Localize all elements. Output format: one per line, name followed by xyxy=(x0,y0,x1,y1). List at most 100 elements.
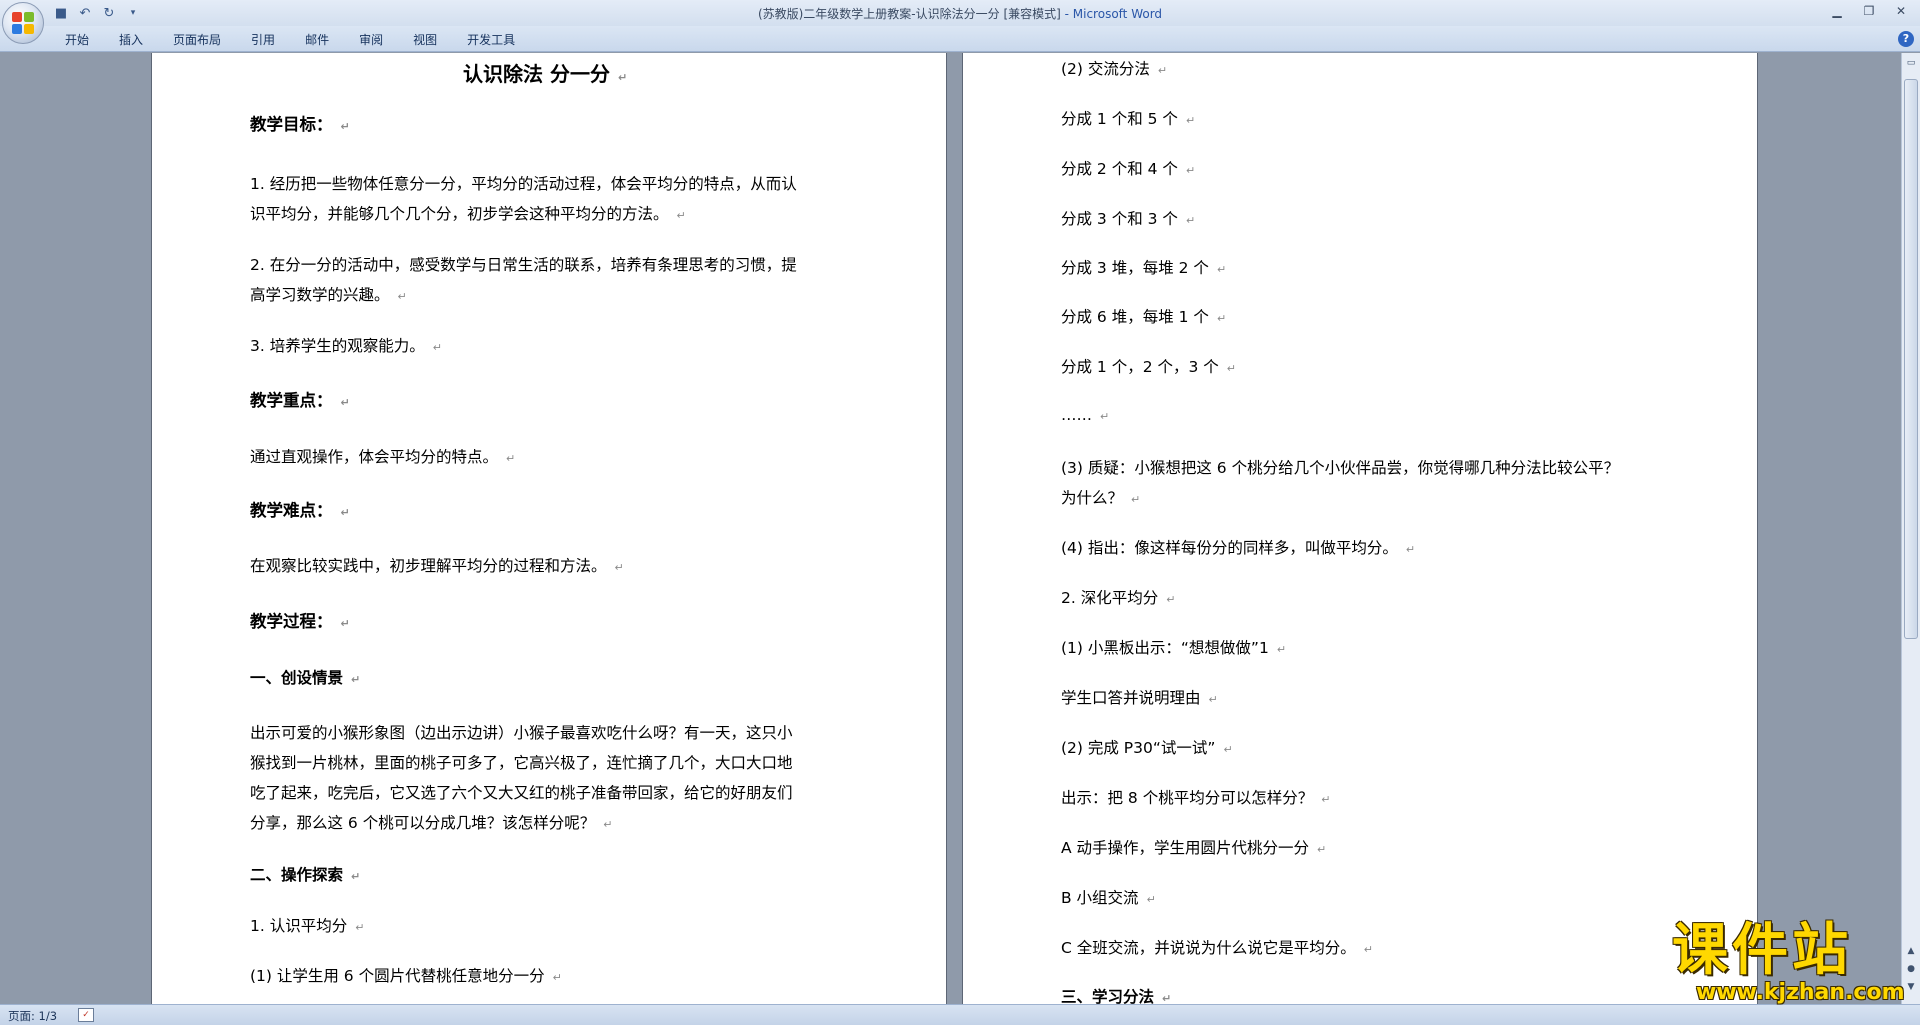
line-question-2: 为什么？ ↵ xyxy=(1061,489,1141,507)
line-split-3-3: 分成 3 个和 3 个 ↵ xyxy=(1061,210,1196,228)
line-split-1-5: 分成 1 个和 5 个 ↵ xyxy=(1061,110,1196,128)
tab-developer[interactable]: 开发工具 xyxy=(452,31,530,49)
ruler-toggle-icon[interactable]: ▭ xyxy=(1903,55,1919,71)
section-2-heading: 二、操作探索 ↵ xyxy=(250,866,361,884)
ribbon: 开始 插入 页面布局 引用 邮件 审阅 视图 开发工具 ? xyxy=(0,26,1920,52)
next-page-icon[interactable]: ▼ xyxy=(1903,979,1919,995)
scrollbar-thumb[interactable] xyxy=(1904,79,1918,639)
paragraph-mark-icon: ↵ xyxy=(351,870,361,883)
goal-3: 3. 培养学生的观察能力。 ↵ xyxy=(250,337,442,355)
section-3-heading: 三、学习分法 ↵ xyxy=(1061,988,1172,1004)
window-title: (苏教版)二年级数学上册教案-认识除法分一分 [兼容模式] - Microsof… xyxy=(0,5,1920,22)
paragraph-mark-icon: ↵ xyxy=(1223,743,1233,756)
tab-page-layout[interactable]: 页面布局 xyxy=(158,31,236,49)
section-2-item-1: 1. 认识平均分 ↵ xyxy=(250,917,365,935)
paragraph-mark-icon: ↵ xyxy=(351,673,361,686)
line-oral-answer: 学生口答并说明理由 ↵ xyxy=(1061,689,1218,707)
paragraph-mark-icon: ↵ xyxy=(340,617,350,630)
minimize-button[interactable]: ▁ xyxy=(1822,1,1852,21)
page-2[interactable]: (2) 交流分法 ↵ 分成 1 个和 5 个 ↵ 分成 2 个和 4 个 ↵ 分成 3… xyxy=(963,53,1757,1004)
office-button[interactable] xyxy=(2,2,44,44)
paragraph-mark-icon: ↵ xyxy=(1185,114,1196,127)
help-icon[interactable]: ? xyxy=(1898,31,1914,47)
paragraph-mark-icon: ↵ xyxy=(340,120,350,133)
tab-home[interactable]: 开始 xyxy=(50,31,104,49)
line-split-2-4: 分成 2 个和 4 个 ↵ xyxy=(1061,160,1196,178)
browse-object-icon[interactable]: ● xyxy=(1903,961,1919,977)
vertical-scrollbar[interactable]: ▭ ▲ ● ▼ xyxy=(1901,53,1920,1004)
paragraph-mark-icon: ↵ xyxy=(432,341,442,354)
line-split-1-2-3: 分成 1 个，2 个，3 个 ↵ xyxy=(1061,358,1237,376)
paragraph-mark-icon: ↵ xyxy=(397,290,407,303)
paragraph-mark-icon: ↵ xyxy=(1321,793,1331,806)
section-1-line-3: 吃了起来，吃完后，它又选了六个又大又红的桃子准备带回家，给它的好朋友们 xyxy=(250,784,793,802)
line-hands-on: A 动手操作，学生用圆片代桃分一分 ↵ xyxy=(1061,839,1327,857)
document-workspace: 认识除法 分一分 ↵ 教学目标： ↵ 1. 经历把一些物体任意分一分，平均分的活动过… xyxy=(0,53,1901,1004)
paragraph-mark-icon: ↵ xyxy=(1162,992,1172,1004)
paragraph-mark-icon: ↵ xyxy=(1216,263,1227,276)
tab-references[interactable]: 引用 xyxy=(236,31,290,49)
paragraph-mark-icon: ↵ xyxy=(1276,643,1287,656)
close-button[interactable]: ✕ xyxy=(1886,1,1916,21)
line-split-6-piles: 分成 6 堆，每堆 1 个 ↵ xyxy=(1061,308,1227,326)
paragraph-mark-icon: ↵ xyxy=(552,971,562,984)
heading-key-points: 教学重点： ↵ xyxy=(250,391,350,410)
document-title: (苏教版)二年级数学上册教案-认识除法分一分 [兼容模式] xyxy=(757,7,1061,21)
paragraph-mark-icon: ↵ xyxy=(603,818,613,831)
paragraph-mark-icon: ↵ xyxy=(340,506,350,519)
paragraph-mark-icon: ↵ xyxy=(1216,312,1227,325)
line-ellipsis: …… ↵ xyxy=(1061,406,1110,424)
goal-1-line-2: 识平均分，并能够几个几个分，初步学会这种平均分的方法。 ↵ xyxy=(250,205,686,223)
heading-difficulties: 教学难点： ↵ xyxy=(250,501,350,520)
paragraph-mark-icon: ↵ xyxy=(617,71,628,84)
section-1-line-1: 出示可爱的小猴形象图（边出示边讲）小猴子最喜欢吃什么呀？有一天，这只小 xyxy=(250,724,793,742)
paragraph-mark-icon: ↵ xyxy=(614,561,624,574)
tab-insert[interactable]: 插入 xyxy=(104,31,158,49)
line-point-out: (4) 指出：像这样每份分的同样多，叫做平均分。 ↵ xyxy=(1061,539,1416,557)
status-bar: 页面: 1/3 ✓ xyxy=(0,1004,1920,1025)
goal-2-line-2: 高学习数学的兴趣。 ↵ xyxy=(250,286,407,304)
heading-goals: 教学目标： ↵ xyxy=(250,115,350,134)
watermark-text: 课件站 xyxy=(1672,918,1852,983)
previous-page-icon[interactable]: ▲ xyxy=(1903,943,1919,959)
tab-review[interactable]: 审阅 xyxy=(344,31,398,49)
paragraph-mark-icon: ↵ xyxy=(1226,362,1237,375)
tab-view[interactable]: 视图 xyxy=(398,31,452,49)
paragraph-mark-icon: ↵ xyxy=(1208,693,1218,706)
heading-process: 教学过程： ↵ xyxy=(250,612,350,631)
paragraph-mark-icon: ↵ xyxy=(1146,893,1156,906)
ribbon-tabs: 开始 插入 页面布局 引用 邮件 审阅 视图 开发工具 xyxy=(50,31,530,49)
paragraph-mark-icon: ↵ xyxy=(1185,214,1196,227)
section-1-heading: 一、创设情景 ↵ xyxy=(250,669,361,687)
proofing-icon[interactable]: ✓ xyxy=(78,1008,94,1022)
line-blackboard: (1) 小黑板出示：“想想做做”1 ↵ xyxy=(1061,639,1287,657)
key-points-text: 通过直观操作，体会平均分的特点。 ↵ xyxy=(250,448,516,466)
difficulties-text: 在观察比较实践中，初步理解平均分的过程和方法。 ↵ xyxy=(250,557,624,575)
paragraph-mark-icon: ↵ xyxy=(1317,843,1327,856)
maximize-button[interactable]: ❐ xyxy=(1854,1,1884,21)
title-bar: ■ ↶ ↻ ▾ (苏教版)二年级数学上册教案-认识除法分一分 [兼容模式] - … xyxy=(0,0,1920,26)
line-split-3-piles: 分成 3 堆，每堆 2 个 ↵ xyxy=(1061,259,1227,277)
line-class-exchange: C 全班交流，并说说为什么说它是平均分。 ↵ xyxy=(1061,939,1373,957)
goal-1-line-1: 1. 经历把一些物体任意分一分，平均分的活动过程，体会平均分的特点，从而认 xyxy=(250,175,797,193)
page-indicator[interactable]: 页面: 1/3 xyxy=(8,1008,57,1024)
paragraph-mark-icon: ↵ xyxy=(676,209,686,222)
paragraph-mark-icon: ↵ xyxy=(1405,543,1416,556)
section-2-item-1-1: (1) 让学生用 6 个圆片代替桃任意地分一分 ↵ xyxy=(250,967,562,985)
paragraph-mark-icon: ↵ xyxy=(1363,943,1373,956)
app-name: - Microsoft Word xyxy=(1060,7,1163,21)
paragraph-mark-icon: ↵ xyxy=(1100,410,1110,423)
window-controls: ▁ ❐ ✕ xyxy=(1822,1,1916,21)
paragraph-mark-icon: ↵ xyxy=(355,921,365,934)
section-1-line-2: 猴找到一片桃林，里面的桃子可多了，它高兴极了，连忙摘了几个，大口大口地 xyxy=(250,754,793,772)
goal-2-line-1: 2. 在分一分的活动中，感受数学与日常生活的联系，培养有条理思考的习惯，提 xyxy=(250,256,797,274)
office-logo-icon xyxy=(12,12,34,34)
line-question-1: (3) 质疑：小猴想把这 6 个桃分给几个小伙伴品尝，你觉得哪几种分法比较公平？ xyxy=(1061,459,1620,477)
tab-mailings[interactable]: 邮件 xyxy=(290,31,344,49)
line-exchange-methods: (2) 交流分法 ↵ xyxy=(1061,60,1168,78)
line-deepen: 2. 深化平均分 ↵ xyxy=(1061,589,1176,607)
line-try-it: (2) 完成 P30“试一试” ↵ xyxy=(1061,739,1233,757)
page-1[interactable]: 认识除法 分一分 ↵ 教学目标： ↵ 1. 经历把一些物体任意分一分，平均分的活动过… xyxy=(152,53,946,1004)
paragraph-mark-icon: ↵ xyxy=(1157,64,1168,77)
paragraph-mark-icon: ↵ xyxy=(340,396,350,409)
